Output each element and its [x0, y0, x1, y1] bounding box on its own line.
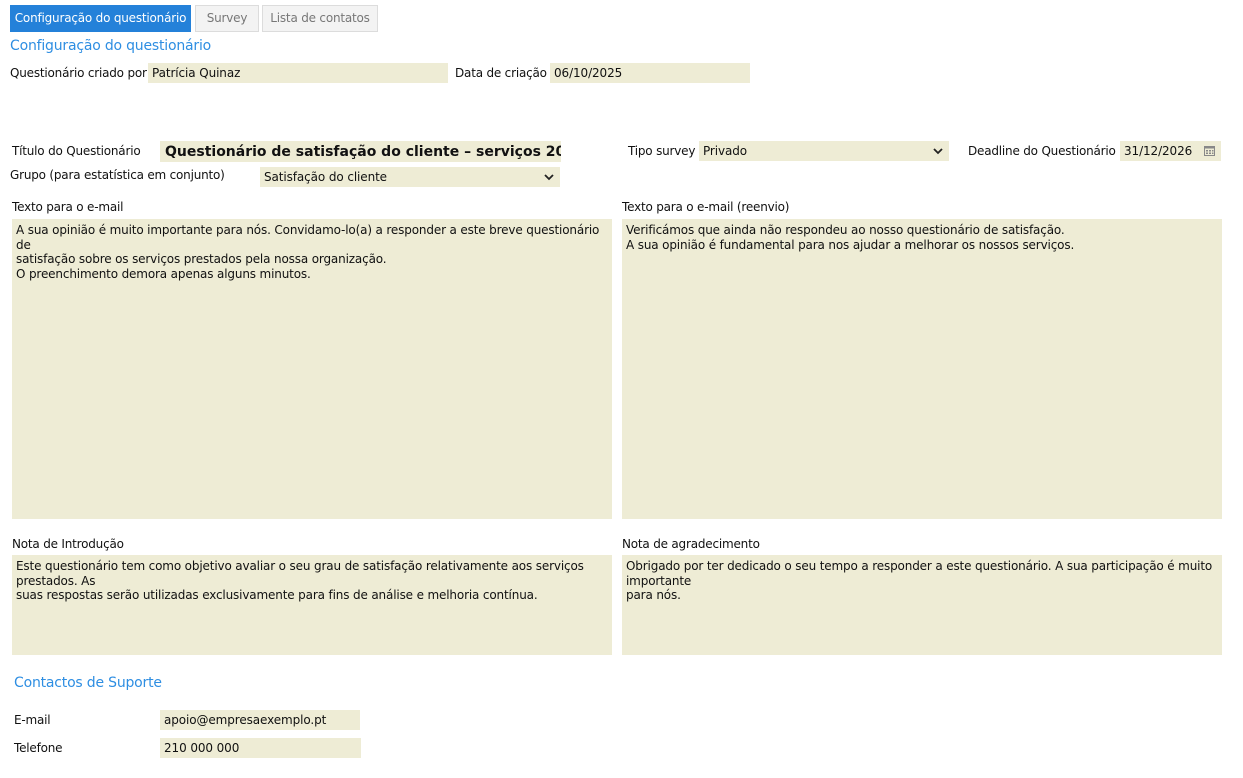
survey-title-label: Título do Questionário	[12, 144, 141, 158]
survey-type-label: Tipo survey	[628, 144, 696, 158]
tab-lista-contatos[interactable]: Lista de contatos	[262, 5, 378, 32]
support-title: Contactos de Suporte	[14, 675, 162, 691]
creation-date-field: 06/10/2025	[550, 63, 750, 83]
created-by-field: Patrícia Quinaz	[148, 63, 448, 83]
group-select[interactable]: Satisfação do cliente	[260, 167, 560, 187]
section-title: Configuração do questionário	[10, 38, 211, 54]
survey-type-select[interactable]: Privado	[699, 141, 949, 161]
email-text-area[interactable]: A sua opinião é muito importante para nó…	[12, 219, 612, 519]
chevron-down-icon	[544, 174, 554, 181]
deadline-label: Deadline do Questionário	[968, 144, 1116, 158]
deadline-input[interactable]: 31/12/2026	[1120, 141, 1221, 161]
thanks-note-area[interactable]: Obrigado por ter dedicado o seu tempo a …	[622, 555, 1222, 655]
intro-note-label: Nota de Introdução	[12, 537, 124, 551]
support-email-label: E-mail	[14, 713, 51, 727]
creation-date-label: Data de criação	[455, 66, 547, 80]
survey-type-value: Privado	[703, 144, 748, 158]
created-by-label: Questionário criado por	[10, 66, 147, 80]
group-label: Grupo (para estatística em conjunto)	[10, 168, 225, 182]
email-resend-text-area[interactable]: Verificámos que ainda não respondeu ao n…	[622, 219, 1222, 519]
email-text-label: Texto para o e-mail	[12, 200, 124, 214]
tab-survey[interactable]: Survey	[195, 5, 259, 32]
email-resend-text-label: Texto para o e-mail (reenvio)	[622, 200, 790, 214]
deadline-value: 31/12/2026	[1124, 144, 1193, 158]
survey-title-input[interactable]: Questionário de satisfação do cliente – …	[160, 141, 561, 162]
thanks-note-label: Nota de agradecimento	[622, 537, 760, 551]
intro-note-area[interactable]: Este questionário tem como objetivo aval…	[12, 555, 612, 655]
tab-configuracao[interactable]: Configuração do questionário	[10, 5, 191, 32]
support-email-input[interactable]: apoio@empresaexemplo.pt	[160, 710, 360, 730]
support-phone-input[interactable]: 210 000 000	[160, 738, 361, 758]
calendar-icon[interactable]	[1204, 145, 1215, 156]
support-phone-label: Telefone	[14, 741, 63, 755]
group-value: Satisfação do cliente	[264, 170, 387, 184]
chevron-down-icon	[933, 148, 943, 155]
